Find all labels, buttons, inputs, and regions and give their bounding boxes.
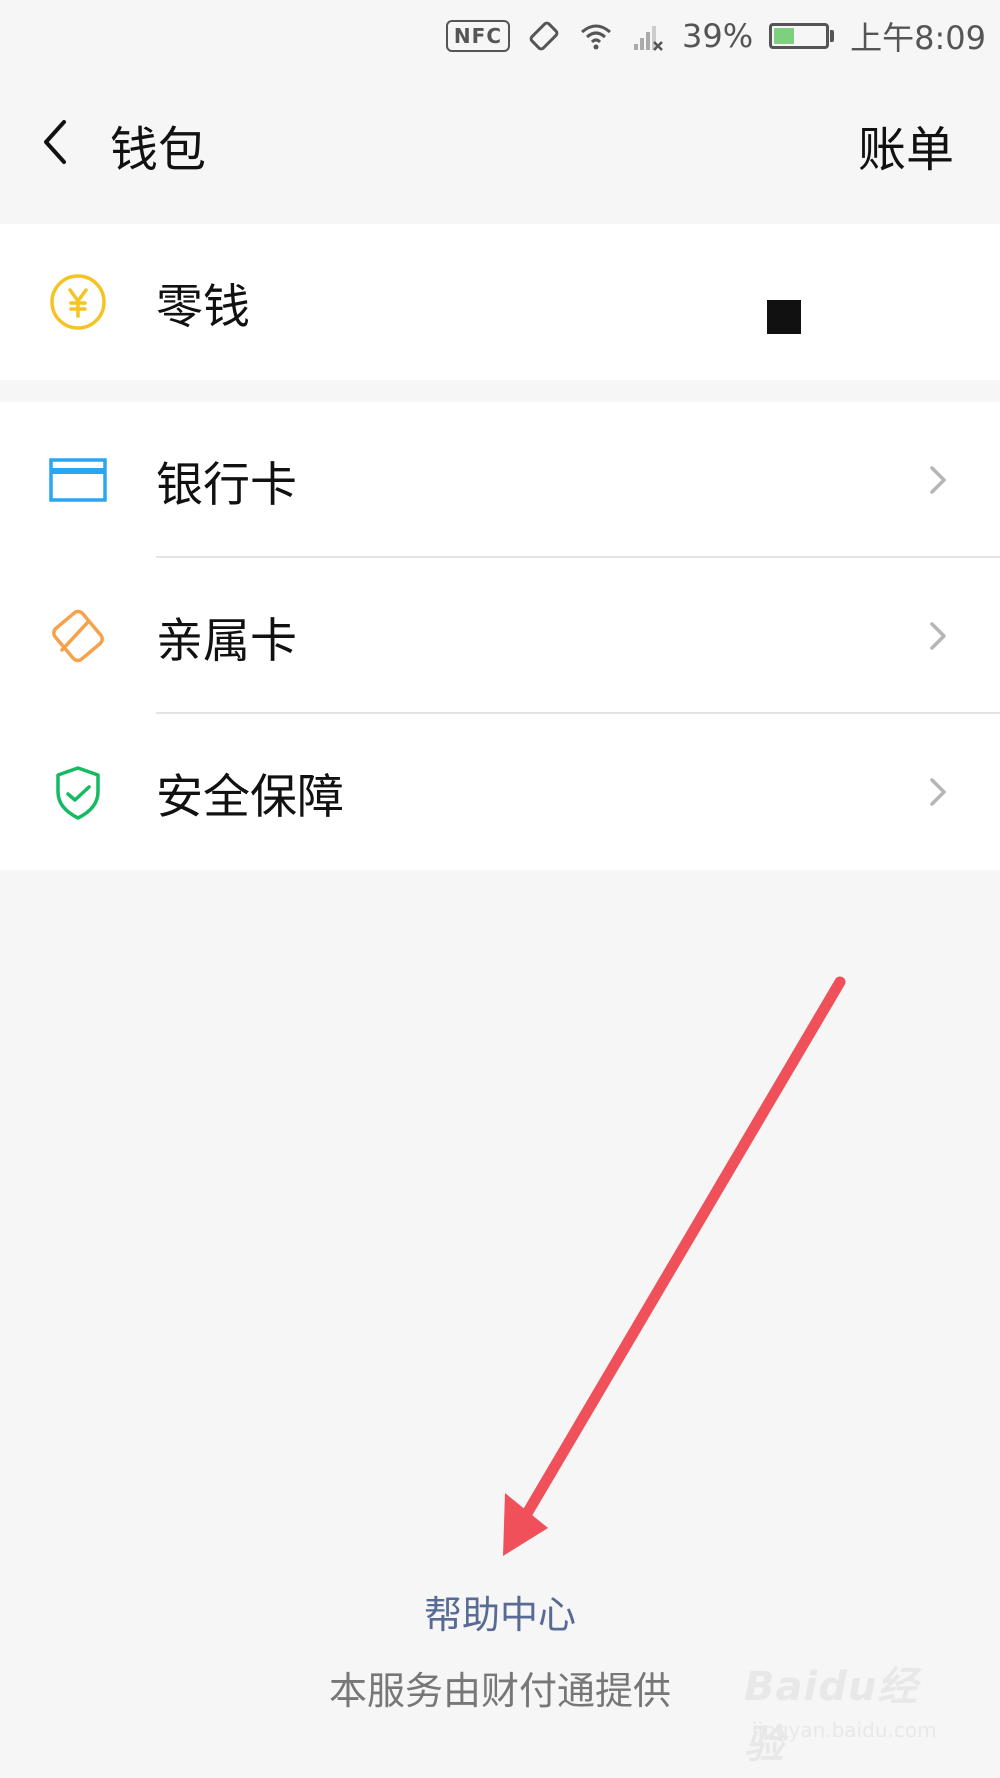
status-bar: NFC 39% 上午8:09: [0, 0, 1000, 72]
list-item-bank-card[interactable]: 银行卡: [0, 402, 1000, 558]
nfc-indicator: NFC: [445, 20, 510, 52]
cards-group: 银行卡 亲属卡 安全保障: [0, 402, 1000, 870]
chevron-left-icon[interactable]: [30, 112, 90, 172]
bank-card-icon: [49, 458, 107, 502]
chevron-right-icon: [930, 466, 946, 494]
yuan-coin-icon: [50, 274, 106, 330]
page-title: 钱包: [110, 122, 207, 178]
watermark: Baidu经验 jingyan.baidu.com: [744, 1646, 944, 1768]
list-item-label: 安全保障: [156, 769, 344, 825]
list-item-family-card[interactable]: 亲属卡: [0, 558, 1000, 714]
help-center-link[interactable]: 帮助中心: [0, 1584, 1000, 1639]
list-item-label: 零钱: [156, 279, 250, 335]
clock: 上午8:09: [850, 19, 986, 57]
list-item-security[interactable]: 安全保障: [0, 714, 1000, 870]
battery-icon: [769, 23, 835, 49]
nav-bar: 钱包 账单: [0, 72, 1000, 224]
family-card-icon: [52, 609, 104, 663]
wifi-icon: [581, 24, 611, 50]
bill-button[interactable]: 账单: [858, 110, 954, 180]
no-signal-icon: [634, 26, 663, 51]
list-item-label: 亲属卡: [156, 613, 297, 669]
screen-rotate-icon: [529, 21, 559, 51]
shield-check-icon: [56, 766, 100, 820]
chevron-right-icon: [930, 622, 946, 650]
chevron-right-icon: [930, 778, 946, 806]
list-item-balance[interactable]: 零钱: [0, 224, 1000, 380]
list-item-label: 银行卡: [156, 457, 297, 513]
redaction-box: [767, 300, 801, 334]
battery-percent: 39%: [682, 17, 754, 55]
watermark-logo: Baidu经验: [744, 1664, 919, 1768]
balance-group: 零钱: [0, 224, 1000, 380]
watermark-url: jingyan.baidu.com: [752, 1718, 937, 1742]
